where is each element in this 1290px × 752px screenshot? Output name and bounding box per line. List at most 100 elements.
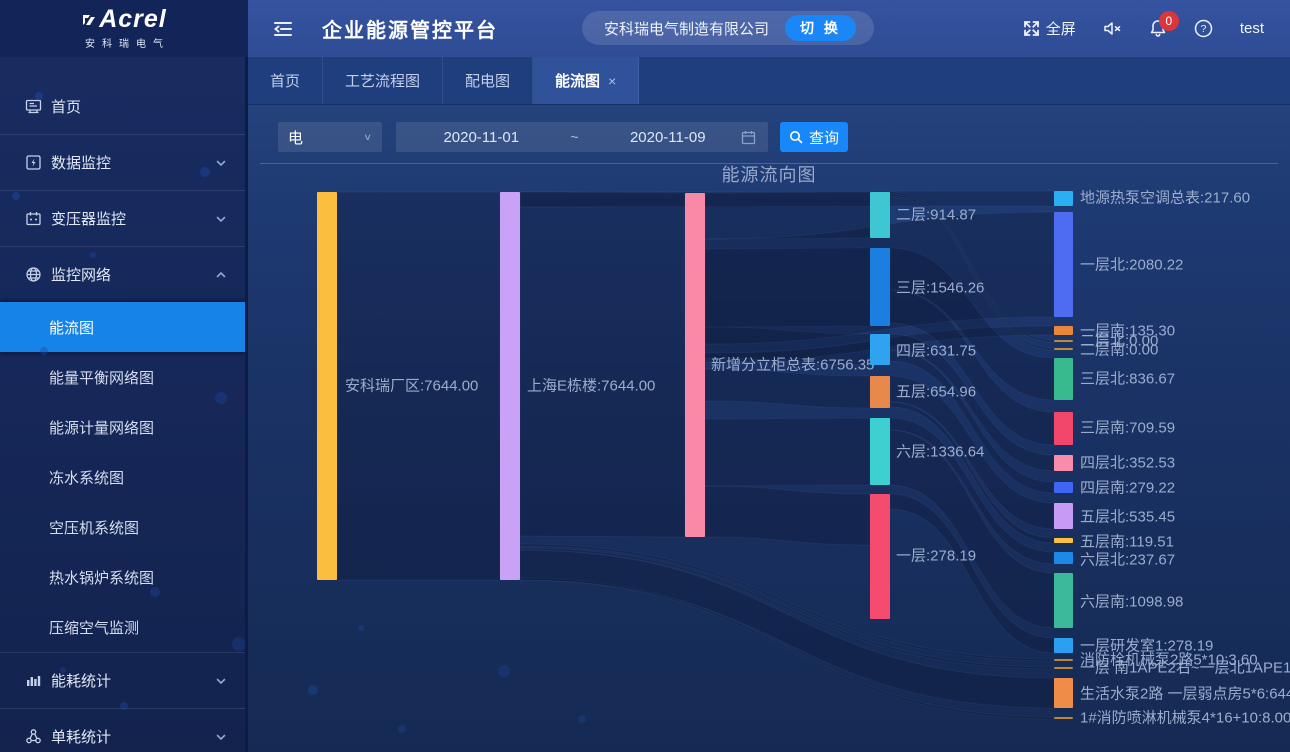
sankey-node-bar[interactable] xyxy=(870,418,890,485)
help-button[interactable]: ? xyxy=(1194,19,1213,38)
sankey-node-bar[interactable] xyxy=(1054,191,1073,206)
switch-company-button[interactable]: 切 换 xyxy=(785,15,856,41)
sankey-node-bar[interactable] xyxy=(685,193,705,537)
mute-button[interactable] xyxy=(1103,20,1122,37)
sankey-node-bar[interactable] xyxy=(870,192,890,238)
sankey-node-bar[interactable] xyxy=(870,334,890,365)
company-name: 安科瑞电气制造有限公司 xyxy=(604,18,769,39)
tab-item[interactable]: 首页 xyxy=(248,57,323,104)
sidebar-subitem-label: 能流图 xyxy=(49,317,94,338)
sankey-node-bar[interactable] xyxy=(1054,212,1073,317)
unit-stats-icon xyxy=(25,728,42,745)
sidebar-subitem[interactable]: 空压机系统图 xyxy=(0,502,245,552)
sidebar: 首页数据监控变压器监控监控网络能流图能量平衡网络图能源计量网络图冻水系统图空压机… xyxy=(0,57,248,752)
sidebar-subitem-label: 压缩空气监测 xyxy=(49,617,139,638)
speaker-mute-icon xyxy=(1103,20,1122,37)
menu-fold-icon[interactable] xyxy=(272,18,294,40)
sankey-node-bar[interactable] xyxy=(1054,667,1073,669)
sankey-node-bar[interactable] xyxy=(1054,538,1073,543)
sidebar-item[interactable]: 首页 xyxy=(0,79,245,134)
sidebar-menu: 首页数据监控变压器监控监控网络能流图能量平衡网络图能源计量网络图冻水系统图空压机… xyxy=(0,57,245,752)
data-monitor-icon xyxy=(25,154,42,171)
sidebar-item[interactable]: 监控网络 xyxy=(0,247,245,302)
logo-brand: Acrel xyxy=(81,7,167,32)
logo-subtitle: 安科瑞电气 xyxy=(78,35,170,50)
sidebar-subitem-label: 冻水系统图 xyxy=(49,467,124,488)
tab-close-icon[interactable]: × xyxy=(608,73,616,89)
sankey-node-bar[interactable] xyxy=(1054,717,1073,719)
sidebar-item-label: 单耗统计 xyxy=(51,726,111,747)
sankey-node-bar[interactable] xyxy=(1054,412,1073,445)
sankey-node-bar[interactable] xyxy=(1054,678,1073,708)
sankey-link xyxy=(337,192,500,580)
sidebar-item-label: 数据监控 xyxy=(51,152,111,173)
sidebar-subitem-label: 能量平衡网络图 xyxy=(49,367,154,388)
tab-bar: 首页 工艺流程图 配电图 能流图 × xyxy=(248,57,1290,105)
transformer-icon xyxy=(25,210,42,227)
sidebar-subitem[interactable]: 冻水系统图 xyxy=(0,452,245,502)
question-icon: ? xyxy=(1194,19,1213,38)
sankey-node-bar[interactable] xyxy=(870,494,890,619)
tab-item[interactable]: 工艺流程图 xyxy=(323,57,443,104)
home-icon xyxy=(25,98,42,115)
sidebar-subitem-label: 热水锅炉系统图 xyxy=(49,567,154,588)
sankey-node-bar[interactable] xyxy=(870,376,890,408)
sidebar-item-label: 能耗统计 xyxy=(51,670,111,691)
main-content: 电 ∨ 2020-11-01 ~ 2020-11-09 查询 能源流向图 安科瑞… xyxy=(248,105,1290,752)
tab-label: 首页 xyxy=(270,70,300,91)
notification-badge: 0 xyxy=(1159,11,1179,31)
sidebar-item[interactable]: 数据监控 xyxy=(0,135,245,190)
sankey-link xyxy=(705,418,870,486)
sidebar-item-label: 变压器监控 xyxy=(51,208,126,229)
tab-label: 能流图 xyxy=(555,70,600,91)
sidebar-subitem[interactable]: 能量平衡网络图 xyxy=(0,352,245,402)
sidebar-subitem-label: 能源计量网络图 xyxy=(49,417,154,438)
sankey-link xyxy=(705,369,870,408)
sankey-link xyxy=(520,192,685,537)
svg-text:?: ? xyxy=(1200,23,1206,35)
sankey-link xyxy=(705,486,870,545)
sidebar-item[interactable]: 变压器监控 xyxy=(0,191,245,246)
tab-item[interactable]: 配电图 xyxy=(443,57,533,104)
notifications-button[interactable]: 0 xyxy=(1149,19,1167,38)
sidebar-subitem-label: 空压机系统图 xyxy=(49,517,139,538)
sankey-node-bar[interactable] xyxy=(1054,638,1073,653)
acrel-logo-icon xyxy=(81,12,97,28)
sidebar-subitem[interactable]: 能源计量网络图 xyxy=(0,402,245,452)
sidebar-subitem[interactable]: 压缩空气监测 xyxy=(0,602,245,652)
chevron-down-icon xyxy=(215,213,227,225)
sidebar-item-label: 首页 xyxy=(51,96,81,117)
sankey-node-bar[interactable] xyxy=(1054,552,1073,564)
sankey-node-bar[interactable] xyxy=(1054,326,1073,335)
sankey-node-bar[interactable] xyxy=(1054,358,1073,400)
sankey-node-bar[interactable] xyxy=(317,192,337,580)
sankey-node-bar[interactable] xyxy=(1054,503,1073,529)
sankey-node-bar[interactable] xyxy=(870,248,890,326)
fullscreen-button[interactable]: 全屏 xyxy=(1023,18,1076,39)
sidebar-subitem[interactable]: 能流图 xyxy=(0,302,245,352)
chevron-down-icon xyxy=(215,731,227,743)
sankey-node-bar[interactable] xyxy=(1054,348,1073,350)
app-header: 企业能源管控平台 安科瑞电气制造有限公司 切 换 全屏 0 xyxy=(248,0,1290,57)
tab-label: 配电图 xyxy=(465,70,510,91)
sankey-node-bar[interactable] xyxy=(1054,482,1073,493)
chevron-down-icon xyxy=(215,157,227,169)
sidebar-item-label: 监控网络 xyxy=(51,264,111,285)
sidebar-item[interactable]: 单耗统计 xyxy=(0,709,245,752)
fullscreen-label: 全屏 xyxy=(1046,18,1076,39)
network-icon xyxy=(25,266,42,283)
header-actions: 全屏 0 ? test xyxy=(1023,18,1290,39)
sankey-node-bar[interactable] xyxy=(1054,455,1073,471)
username[interactable]: test xyxy=(1240,20,1264,37)
sidebar-subitem[interactable]: 热水锅炉系统图 xyxy=(0,552,245,602)
sankey-node-bar[interactable] xyxy=(1054,659,1073,661)
sankey-node-bar[interactable] xyxy=(1054,340,1073,342)
page-title: 企业能源管控平台 xyxy=(322,14,498,43)
logo: Acrel 安科瑞电气 xyxy=(0,0,248,57)
tab-active[interactable]: 能流图 × xyxy=(533,57,639,104)
chevron-down-icon xyxy=(215,675,227,687)
sankey-links xyxy=(248,105,1290,752)
sankey-node-bar[interactable] xyxy=(500,192,520,580)
sidebar-item[interactable]: 能耗统计 xyxy=(0,653,245,708)
sankey-node-bar[interactable] xyxy=(1054,573,1073,628)
